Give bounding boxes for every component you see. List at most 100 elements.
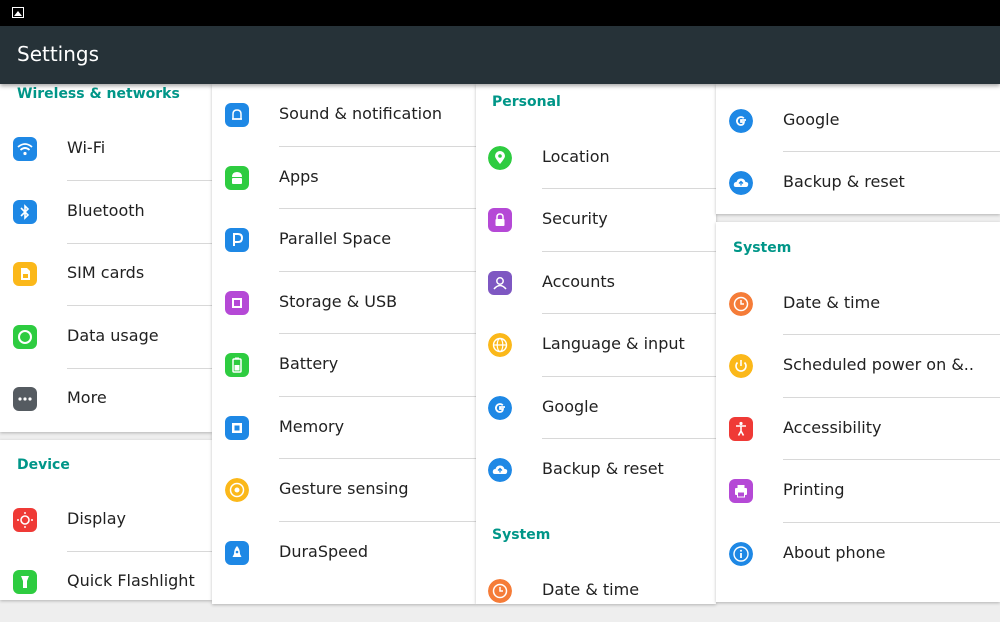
account-icon bbox=[488, 271, 512, 295]
settings-item-about-phone[interactable]: About phone bbox=[716, 523, 1000, 585]
printer-icon bbox=[729, 479, 753, 503]
google-icon bbox=[729, 109, 753, 133]
settings-item-gesture-sensing[interactable]: Gesture sensing bbox=[212, 459, 476, 521]
settings-item-label: About phone bbox=[783, 543, 886, 562]
globe-icon bbox=[488, 333, 512, 357]
settings-item-label: More bbox=[67, 388, 107, 407]
settings-item-label: Gesture sensing bbox=[279, 479, 409, 498]
settings-item-accessibility[interactable]: Accessibility bbox=[716, 398, 1000, 460]
settings-item-label: Google bbox=[783, 110, 840, 129]
settings-item-label: Sound & notification bbox=[279, 104, 443, 123]
settings-item-label: Printing bbox=[783, 480, 845, 499]
section-header-wireless: Wireless & networks bbox=[17, 86, 180, 102]
settings-item-bluetooth[interactable]: Bluetooth bbox=[0, 181, 212, 243]
status-bar bbox=[0, 0, 1000, 26]
settings-item-label: Display bbox=[67, 509, 126, 528]
settings-item-backup-reset[interactable]: Backup & reset bbox=[716, 152, 1000, 214]
card-wireless-networks: Wireless & networks Wi-Fi Bluetooth SIM … bbox=[0, 84, 212, 432]
bluetooth-icon bbox=[13, 200, 37, 224]
settings-item-date-time[interactable]: Date & time bbox=[476, 560, 716, 622]
settings-item-label: Storage & USB bbox=[279, 292, 398, 311]
settings-item-memory[interactable]: Memory bbox=[212, 397, 476, 459]
settings-item-label: Date & time bbox=[542, 580, 640, 599]
accessibility-icon bbox=[729, 417, 753, 441]
rocket-icon bbox=[225, 541, 249, 565]
more-icon bbox=[13, 387, 37, 411]
card-personal-continued: Google Backup & reset bbox=[716, 84, 1000, 214]
settings-item-apps[interactable]: Apps bbox=[212, 147, 476, 209]
settings-item-language-input[interactable]: Language & input bbox=[476, 314, 716, 376]
data-usage-icon bbox=[13, 325, 37, 349]
settings-item-sim-cards[interactable]: SIM cards bbox=[0, 243, 212, 305]
storage-icon bbox=[225, 291, 249, 315]
settings-item-label: Date & time bbox=[783, 293, 881, 312]
settings-item-label: Quick Flashlight bbox=[67, 571, 195, 590]
clock-icon bbox=[729, 292, 753, 316]
settings-item-accounts[interactable]: Accounts bbox=[476, 252, 716, 314]
settings-item-label: Parallel Space bbox=[279, 229, 392, 248]
section-header-personal: Personal bbox=[492, 94, 561, 110]
settings-item-data-usage[interactable]: Data usage bbox=[0, 306, 212, 368]
app-bar: Settings bbox=[0, 26, 1000, 84]
settings-item-label: Scheduled power on &.. bbox=[783, 355, 974, 374]
settings-item-backup-reset[interactable]: Backup & reset bbox=[476, 439, 716, 501]
settings-item-date-time[interactable]: Date & time bbox=[716, 273, 1000, 335]
flashlight-icon bbox=[13, 570, 37, 594]
android-icon bbox=[225, 166, 249, 190]
settings-item-label: Security bbox=[542, 209, 608, 228]
lock-icon bbox=[488, 208, 512, 232]
section-header-device: Device bbox=[17, 457, 70, 473]
display-icon bbox=[13, 508, 37, 532]
google-icon bbox=[488, 396, 512, 420]
card-device-continued: Sound & notification Apps Parallel Space… bbox=[212, 84, 476, 604]
settings-item-security[interactable]: Security bbox=[476, 189, 716, 251]
gallery-notification-icon bbox=[12, 7, 24, 18]
settings-item-label: DuraSpeed bbox=[279, 542, 368, 561]
settings-item-scheduled-power[interactable]: Scheduled power on &.. bbox=[716, 335, 1000, 397]
cloud-upload-icon bbox=[488, 458, 512, 482]
settings-item-label: Accounts bbox=[542, 272, 615, 291]
settings-item-label: Backup & reset bbox=[542, 459, 664, 478]
settings-item-display[interactable]: Display bbox=[0, 489, 212, 551]
power-schedule-icon bbox=[729, 354, 753, 378]
page-title: Settings bbox=[17, 42, 100, 66]
sim-card-icon bbox=[13, 262, 37, 286]
section-header-system: System bbox=[733, 240, 792, 256]
gesture-icon bbox=[225, 478, 249, 502]
settings-item-google[interactable]: Google bbox=[476, 377, 716, 439]
settings-item-location[interactable]: Location bbox=[476, 127, 716, 189]
info-icon bbox=[729, 542, 753, 566]
settings-item-parallel-space[interactable]: Parallel Space bbox=[212, 209, 476, 271]
settings-item-quick-flashlight[interactable]: Quick Flashlight bbox=[0, 551, 212, 613]
settings-item-label: Data usage bbox=[67, 326, 159, 345]
settings-item-sound-notification[interactable]: Sound & notification bbox=[212, 84, 476, 146]
settings-item-wifi[interactable]: Wi-Fi bbox=[0, 118, 212, 180]
card-personal: Personal Location Security Accounts Lang… bbox=[476, 84, 716, 604]
settings-item-label: Accessibility bbox=[783, 418, 882, 437]
location-icon bbox=[488, 146, 512, 170]
settings-item-label: SIM cards bbox=[67, 263, 145, 282]
bell-icon bbox=[225, 103, 249, 127]
settings-item-label: Bluetooth bbox=[67, 201, 145, 220]
settings-item-printing[interactable]: Printing bbox=[716, 460, 1000, 522]
card-device: Device Display Quick Flashlight bbox=[0, 440, 212, 600]
settings-item-label: Memory bbox=[279, 417, 345, 436]
settings-item-label: Wi-Fi bbox=[67, 138, 106, 157]
settings-item-duraspeed[interactable]: DuraSpeed bbox=[212, 522, 476, 584]
settings-item-storage-usb[interactable]: Storage & USB bbox=[212, 272, 476, 334]
settings-item-label: Language & input bbox=[542, 334, 685, 353]
battery-icon bbox=[225, 353, 249, 377]
settings-item-label: Apps bbox=[279, 167, 319, 186]
parallel-space-icon bbox=[225, 228, 249, 252]
settings-item-label: Location bbox=[542, 147, 610, 166]
clock-icon bbox=[488, 579, 512, 603]
wifi-icon bbox=[13, 137, 37, 161]
section-header-system: System bbox=[492, 527, 551, 543]
settings-item-google[interactable]: Google bbox=[716, 90, 1000, 152]
cloud-upload-icon bbox=[729, 171, 753, 195]
settings-item-battery[interactable]: Battery bbox=[212, 334, 476, 396]
settings-item-label: Google bbox=[542, 397, 599, 416]
settings-item-label: Backup & reset bbox=[783, 172, 905, 191]
settings-item-more[interactable]: More bbox=[0, 368, 212, 430]
settings-item-label: Battery bbox=[279, 354, 339, 373]
